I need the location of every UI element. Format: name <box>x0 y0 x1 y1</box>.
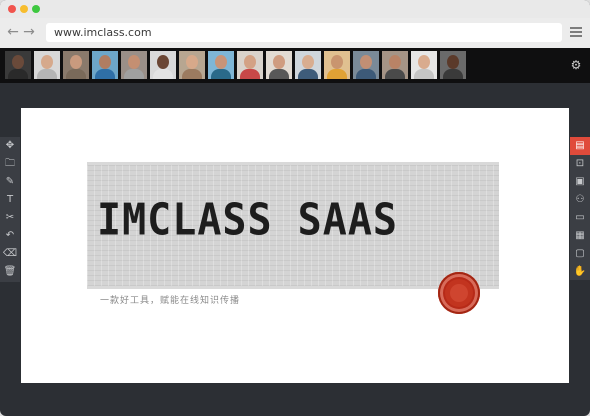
participant-face <box>157 55 169 69</box>
close-window-button[interactable] <box>8 5 16 13</box>
seal-center <box>450 284 468 302</box>
right-toolbar: ▤ ⊡ ▣ ⚇ ▭ ▦ ▢ ✋ <box>570 137 590 280</box>
address-bar[interactable]: www.imclass.com <box>46 23 562 42</box>
participant-face <box>418 55 430 69</box>
participant-body <box>414 69 434 79</box>
participant-video-thumbnail[interactable] <box>150 51 176 79</box>
banner-top-stripe <box>87 162 499 165</box>
participant-video-thumbnail[interactable] <box>295 51 321 79</box>
participant-body <box>443 69 463 79</box>
participant-body <box>298 69 318 79</box>
minimize-window-button[interactable] <box>20 5 28 13</box>
participant-face <box>186 55 198 69</box>
participant-body <box>153 69 173 79</box>
participant-face <box>389 55 401 69</box>
arrow-right-icon[interactable]: → <box>22 24 36 40</box>
participant-face <box>41 55 53 69</box>
participant-video-thumbnail[interactable] <box>34 51 60 79</box>
participant-body <box>356 69 376 79</box>
left-toolbar: ✥ 🗀 ✎ T ✂ ↶ ⌫ 🗑 <box>0 137 20 282</box>
move-icon[interactable]: ✥ <box>0 137 20 155</box>
participant-video-thumbnail[interactable] <box>382 51 408 79</box>
slide-title: IMCLASS SAAS <box>97 194 398 246</box>
participant-video-thumbnail[interactable] <box>353 51 379 79</box>
participant-body <box>95 69 115 79</box>
browser-window: ← → www.imclass.com ⚙ ✥ 🗀 ✎ T ✂ ↶ ⌫ 🗑 ▤ ⊡ ▣ ⚇ ▭ ▦ ▢ ✋ … <box>0 0 590 416</box>
participant-body <box>124 69 144 79</box>
participant-body <box>66 69 86 79</box>
pen-icon[interactable]: ✎ <box>0 173 20 191</box>
seal-stamp <box>438 272 480 314</box>
hand-raise-icon[interactable]: ✋ <box>570 263 590 281</box>
participant-body <box>182 69 202 79</box>
participant-video-thumbnail[interactable] <box>208 51 234 79</box>
participant-body <box>37 69 57 79</box>
participant-face <box>12 55 24 69</box>
gear-icon[interactable]: ⚙ <box>570 59 582 71</box>
participant-face <box>331 55 343 69</box>
monitor-icon[interactable]: ▣ <box>570 173 590 191</box>
participant-face <box>70 55 82 69</box>
participant-video-strip <box>0 48 590 83</box>
folder-icon[interactable]: 🗀 <box>0 155 20 173</box>
participant-video-thumbnail[interactable] <box>179 51 205 79</box>
screen-share-icon[interactable]: ▭ <box>570 209 590 227</box>
undo-icon[interactable]: ↶ <box>0 227 20 245</box>
participant-body <box>385 69 405 79</box>
trash-icon[interactable]: 🗑 <box>0 263 20 281</box>
text-icon[interactable]: T <box>0 191 20 209</box>
title-bar <box>0 0 590 18</box>
participant-video-thumbnail[interactable] <box>324 51 350 79</box>
participant-video-thumbnail[interactable] <box>237 51 263 79</box>
document-icon[interactable]: ▤ <box>570 137 590 155</box>
participant-video-thumbnail[interactable] <box>121 51 147 79</box>
participant-face <box>302 55 314 69</box>
chat-icon[interactable]: ⊡ <box>570 155 590 173</box>
participant-face <box>128 55 140 69</box>
slide-subtitle: 一款好工具，赋能在线知识传播 <box>100 296 241 306</box>
maximize-window-button[interactable] <box>32 5 40 13</box>
participant-face <box>447 55 459 69</box>
hamburger-menu-icon[interactable] <box>570 27 582 37</box>
participant-video-thumbnail[interactable] <box>440 51 466 79</box>
participant-body <box>211 69 231 79</box>
participant-body <box>327 69 347 79</box>
presentation-slide: IMCLASS SAAS 一款好工具，赋能在线知识传播 <box>21 108 569 383</box>
participant-face <box>215 55 227 69</box>
banner-bottom-stripe <box>87 286 499 289</box>
participant-body <box>269 69 289 79</box>
participant-face <box>273 55 285 69</box>
participant-face <box>99 55 111 69</box>
participant-face <box>360 55 372 69</box>
participant-video-thumbnail[interactable] <box>411 51 437 79</box>
layout-icon[interactable]: ▦ <box>570 227 590 245</box>
participant-video-thumbnail[interactable] <box>63 51 89 79</box>
participant-video-thumbnail[interactable] <box>5 51 31 79</box>
comments-icon[interactable]: ▢ <box>570 245 590 263</box>
participant-body <box>240 69 260 79</box>
eraser-icon[interactable]: ⌫ <box>0 245 20 263</box>
participant-face <box>244 55 256 69</box>
participant-body <box>8 69 28 79</box>
arrow-left-icon[interactable]: ← <box>6 24 20 40</box>
group-icon[interactable]: ⚇ <box>570 191 590 209</box>
scissors-icon[interactable]: ✂ <box>0 209 20 227</box>
participant-video-thumbnail[interactable] <box>266 51 292 79</box>
browser-toolbar: ← → www.imclass.com <box>0 18 590 49</box>
participant-video-thumbnail[interactable] <box>92 51 118 79</box>
